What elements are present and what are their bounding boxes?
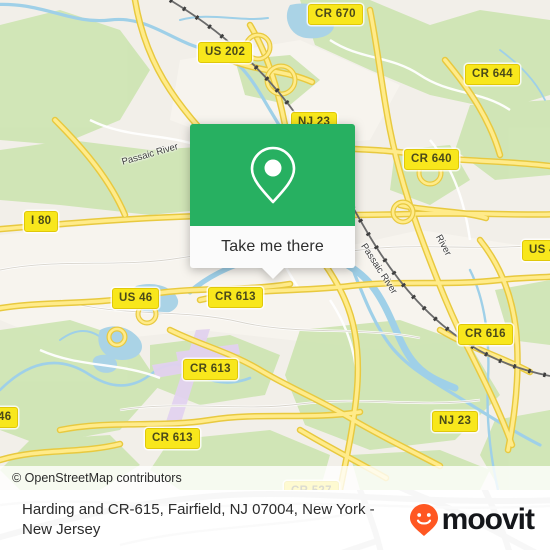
moovit-map-screenshot: CR 670 US 202 CR 644 NJ 23 CR 640 I 80 U… xyxy=(0,0,550,550)
footer-bar: Harding and CR-615, Fairfield, NJ 07004,… xyxy=(0,490,550,550)
map-pin-icon xyxy=(250,146,295,204)
road-shield: CR 616 xyxy=(458,324,513,345)
moovit-smiley-pin-icon xyxy=(409,504,438,536)
popup-icon-area xyxy=(190,124,355,226)
road-shield: I 80 xyxy=(24,211,59,232)
map-canvas[interactable]: CR 670 US 202 CR 644 NJ 23 CR 640 I 80 U… xyxy=(0,0,550,490)
road-shield: CR 644 xyxy=(465,64,520,85)
popup-action-area[interactable]: Take me there xyxy=(190,226,355,279)
road-shield: CR 613 xyxy=(183,359,238,380)
road-shield: 46 xyxy=(0,407,19,428)
location-title: Harding and CR-615, Fairfield, NJ 07004,… xyxy=(22,500,375,538)
osm-attribution[interactable]: © OpenStreetMap contributors xyxy=(0,466,550,490)
road-shield: US 202 xyxy=(198,42,253,63)
take-me-there-label: Take me there xyxy=(221,238,324,255)
road-shield: US 4 xyxy=(522,240,550,261)
destination-popup-card[interactable]: Take me there xyxy=(190,124,355,279)
road-shield: NJ 23 xyxy=(432,411,479,432)
road-shield: CR 640 xyxy=(404,149,459,170)
road-shield: CR 670 xyxy=(308,4,363,25)
road-shield: CR 613 xyxy=(145,428,200,449)
moovit-wordmark: moovit xyxy=(441,503,535,536)
popup-tail xyxy=(261,268,284,279)
moovit-logo[interactable]: moovit xyxy=(409,503,540,537)
road-shield: US 46 xyxy=(112,288,160,309)
road-shield: CR 613 xyxy=(208,287,263,308)
